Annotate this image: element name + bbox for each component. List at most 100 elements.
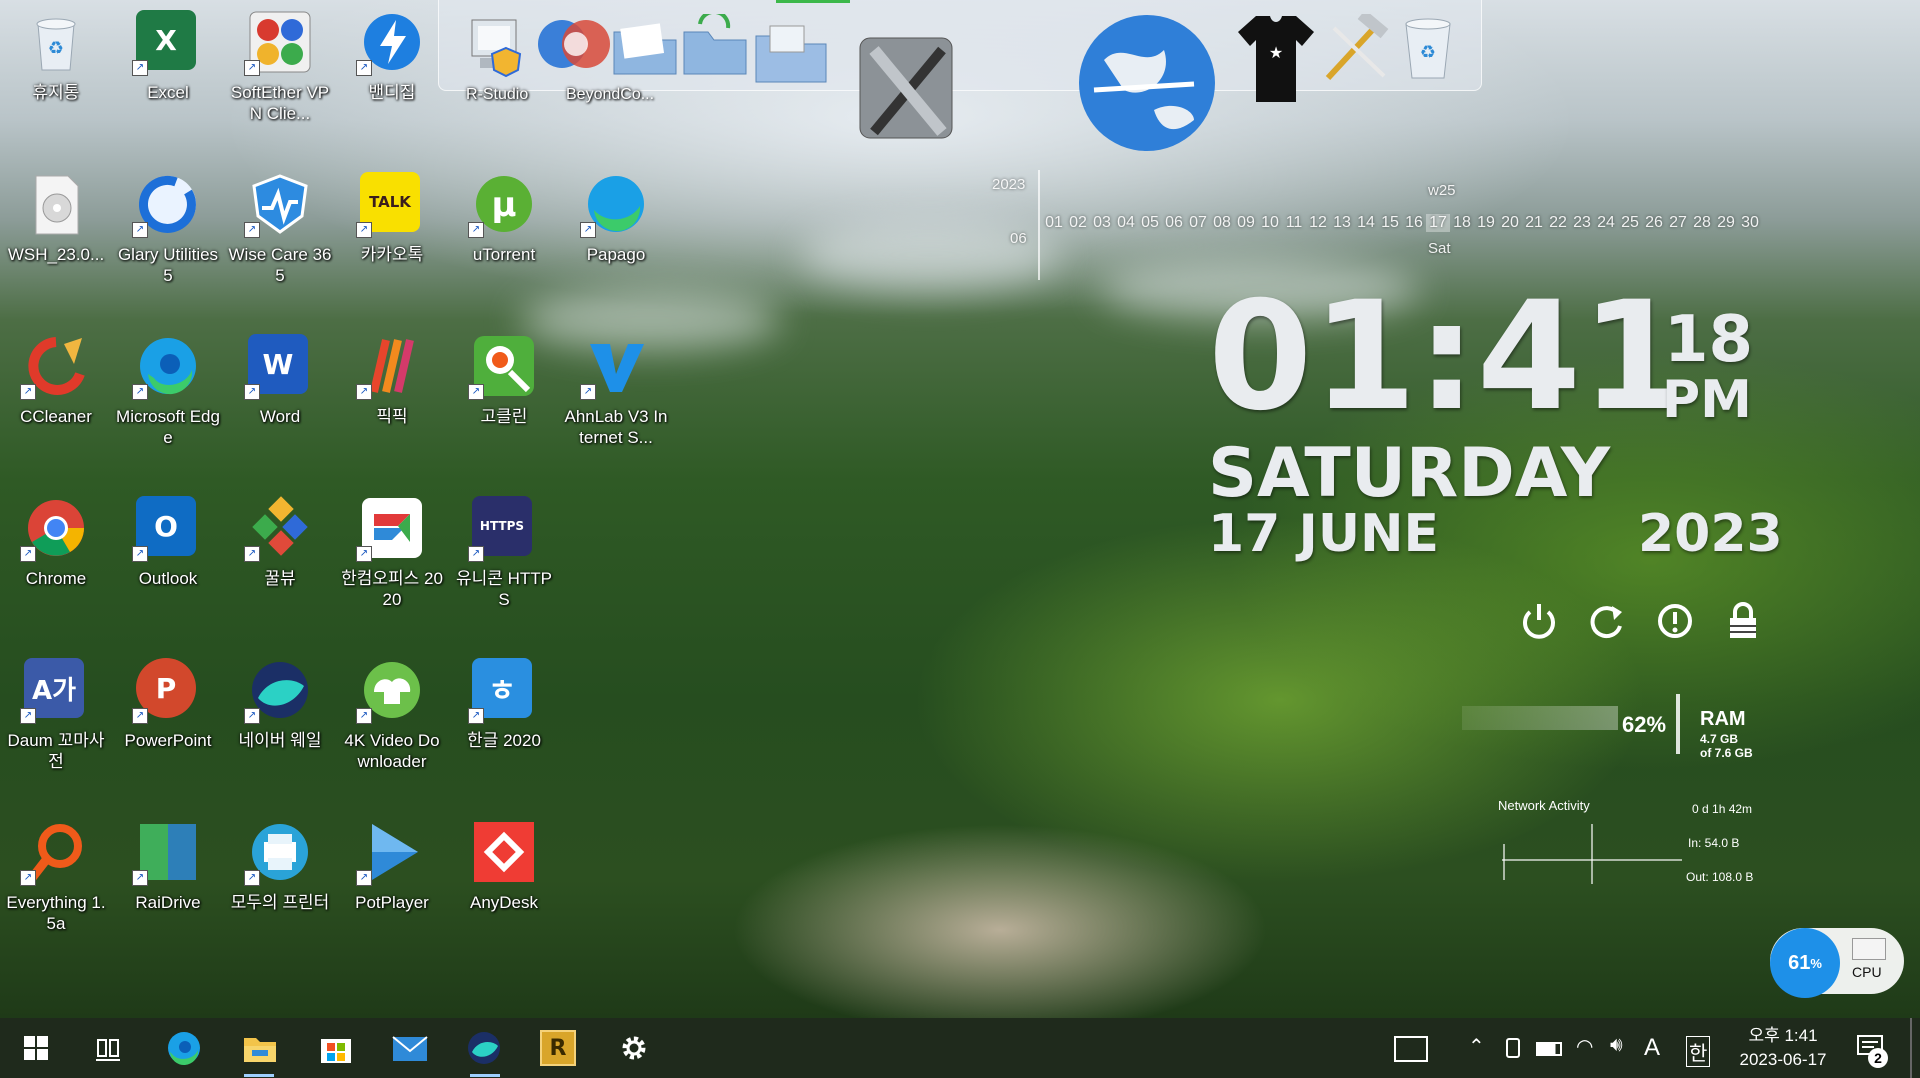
battery-icon[interactable]	[1536, 1042, 1562, 1056]
goclean-desktop-icon[interactable]: ↗ 고클린	[452, 328, 556, 458]
info-icon[interactable]	[1654, 600, 1696, 642]
power-icon[interactable]	[1518, 600, 1560, 642]
mail-icon[interactable]	[390, 1030, 430, 1066]
folder-sync-icon[interactable]	[680, 9, 750, 78]
chrome-desktop-icon[interactable]: ↗ Chrome	[4, 490, 108, 620]
hammer-icon[interactable]	[1318, 9, 1394, 84]
bandizip-desktop-icon[interactable]: ↗ 밴디집	[340, 4, 444, 134]
shortcut-arrow-icon: ↗	[580, 222, 596, 238]
shortcut-arrow-icon: ↗	[468, 384, 484, 400]
desktop-icon-label: 한컴오피스 2020	[341, 569, 443, 609]
papago-desktop-icon[interactable]: ↗ Papago	[564, 166, 668, 296]
utorrent-desktop-icon[interactable]: µ ↗ uTorrent	[452, 166, 556, 296]
recycle-bin-icon[interactable]: ♻	[1398, 12, 1458, 82]
keyboard-icon[interactable]	[1394, 1036, 1428, 1062]
ime-mode-han[interactable]: 한	[1686, 1036, 1711, 1067]
network-in: In: 54.0 B	[1688, 836, 1740, 850]
ahnlab-v3-desktop-icon[interactable]: ↗ AhnLab V3 Internet S...	[564, 328, 668, 458]
shortcut-arrow-icon: ↗	[244, 384, 260, 400]
unicorn-https-desktop-icon[interactable]: HTTPS ↗ 유니콘 HTTPS	[452, 490, 556, 620]
wifi-icon[interactable]: ◠	[1576, 1034, 1593, 1059]
hancom-office-desktop-icon[interactable]: ↗ 한컴오피스 2020	[340, 490, 444, 620]
softether-vpn-desktop-icon[interactable]: ↗ SoftEther VPN Clie...	[228, 4, 332, 134]
folder-docs-icon[interactable]	[752, 18, 832, 86]
wsh-desktop-icon[interactable]: WSH_23.0...	[4, 166, 108, 296]
shortcut-arrow-icon: ↗	[468, 546, 484, 562]
task-view-icon[interactable]	[88, 1030, 128, 1066]
calendar-day: 14	[1357, 214, 1375, 231]
lock-icon[interactable]	[1722, 600, 1764, 642]
taskbar-clock[interactable]: 오후 1:41 2023-06-17	[1728, 1024, 1838, 1072]
modu-printer-desktop-icon[interactable]: ↗ 모두의 프린터	[228, 814, 332, 944]
recycle-bin-icon: ♻	[24, 10, 88, 74]
shortcut-arrow-icon: ↗	[356, 384, 372, 400]
usb-icon[interactable]	[1506, 1038, 1520, 1058]
restart-icon[interactable]	[1586, 600, 1628, 642]
anydesk-desktop-icon[interactable]: AnyDesk	[452, 814, 556, 944]
desktop-icon-label: SoftEther VPN Clie...	[230, 83, 330, 123]
calendar-day: 05	[1141, 214, 1159, 231]
picpick-desktop-icon[interactable]: ↗ 픽픽	[340, 328, 444, 458]
everything-desktop-icon[interactable]: ↗ Everything 1.5a	[4, 814, 108, 944]
calendar-day: 12	[1309, 214, 1327, 231]
beyond-compare-icon[interactable]	[536, 10, 616, 78]
ram-total: of 7.6 GB	[1700, 746, 1753, 760]
tools-icon[interactable]	[846, 14, 966, 154]
desktop-icon-label: Glary Utilities 5	[117, 245, 219, 285]
file-explorer-icon[interactable]	[240, 1030, 280, 1066]
edge-desktop-icon[interactable]: ↗ Microsoft Edge	[116, 328, 220, 458]
naver-whale-desktop-icon[interactable]: ↗ 네이버 웨일	[228, 652, 332, 782]
shortcut-arrow-icon: ↗	[244, 708, 260, 724]
tshirt-icon[interactable]: ★	[1236, 10, 1316, 106]
taskbar-time: 오후 1:41	[1748, 1026, 1818, 1045]
potplayer-desktop-icon[interactable]: ↗ PotPlayer	[340, 814, 444, 944]
4k-video-downloader-desktop-icon[interactable]: ↗ 4K Video Downloader	[340, 652, 444, 782]
shortcut-arrow-icon: ↗	[244, 222, 260, 238]
volume-icon[interactable]: 🔊︎	[1610, 1034, 1623, 1057]
ime-mode-a[interactable]: A	[1644, 1034, 1660, 1062]
shortcut-arrow-icon: ↗	[356, 60, 372, 76]
calendar-day: 10	[1261, 214, 1279, 231]
wise-care-desktop-icon[interactable]: ↗ Wise Care 365	[228, 166, 332, 296]
edge-icon[interactable]	[164, 1030, 204, 1066]
whale-icon[interactable]	[464, 1030, 504, 1066]
desktop-icon-label: RaiDrive	[135, 893, 201, 912]
calendar-day: 01	[1045, 214, 1063, 231]
desktop-icon-label: AnyDesk	[469, 893, 539, 912]
shortcut-arrow-icon: ↗	[468, 708, 484, 724]
raidrive-desktop-icon[interactable]: ↗ RaiDrive	[116, 814, 220, 944]
windows-start-icon[interactable]	[16, 1030, 56, 1066]
store-icon[interactable]	[316, 1030, 356, 1066]
settings-icon[interactable]	[614, 1030, 654, 1066]
shortcut-arrow-icon: ↗	[356, 870, 372, 886]
desktop-icon-label: CCleaner	[20, 407, 92, 426]
desktop-icon-label: 한글 2020	[467, 731, 541, 750]
calendar-day: 11	[1285, 214, 1303, 231]
honeyview-desktop-icon[interactable]: ↗ 꿀뷰	[228, 490, 332, 620]
kakaotalk-desktop-icon[interactable]: TALK ↗ 카카오톡	[340, 166, 444, 296]
show-desktop-button[interactable]	[1910, 1018, 1912, 1078]
ccleaner-desktop-icon[interactable]: ↗ CCleaner	[4, 328, 108, 458]
calendar-day: 22	[1549, 214, 1567, 231]
chevron-up-icon[interactable]: ⌃	[1468, 1034, 1485, 1059]
ram-bar	[1462, 706, 1618, 730]
globe-icon[interactable]	[1074, 10, 1220, 156]
ram-divider	[1676, 694, 1680, 754]
r-studio-icon[interactable]	[466, 14, 526, 78]
shortcut-arrow-icon: ↗	[132, 222, 148, 238]
calendar-year: 2023	[992, 176, 1026, 193]
desktop-icon-label: 모두의 프린터	[230, 893, 330, 912]
clock-weekday: SATURDAY	[1208, 434, 1611, 513]
shortcut-arrow-icon: ↗	[468, 222, 484, 238]
hangul-2020-desktop-icon[interactable]: ㅎ ↗ 한글 2020	[452, 652, 556, 782]
recycle-bin-desktop-icon[interactable]: ♻ 휴지통	[4, 4, 108, 134]
excel-desktop-icon[interactable]: X ↗ Excel	[116, 4, 220, 134]
daum-dictionary-desktop-icon[interactable]: A가 ↗ Daum 꼬마사전	[4, 652, 108, 782]
outlook-desktop-icon[interactable]: O ↗ Outlook	[116, 490, 220, 620]
glary-utilities-desktop-icon[interactable]: ↗ Glary Utilities 5	[116, 166, 220, 296]
word-desktop-icon[interactable]: W ↗ Word	[228, 328, 332, 458]
desktop-icon-label: PowerPoint	[124, 731, 212, 750]
folder-icon[interactable]	[610, 20, 680, 78]
rstudio-icon[interactable]: R	[538, 1030, 578, 1066]
powerpoint-desktop-icon[interactable]: P ↗ PowerPoint	[116, 652, 220, 782]
